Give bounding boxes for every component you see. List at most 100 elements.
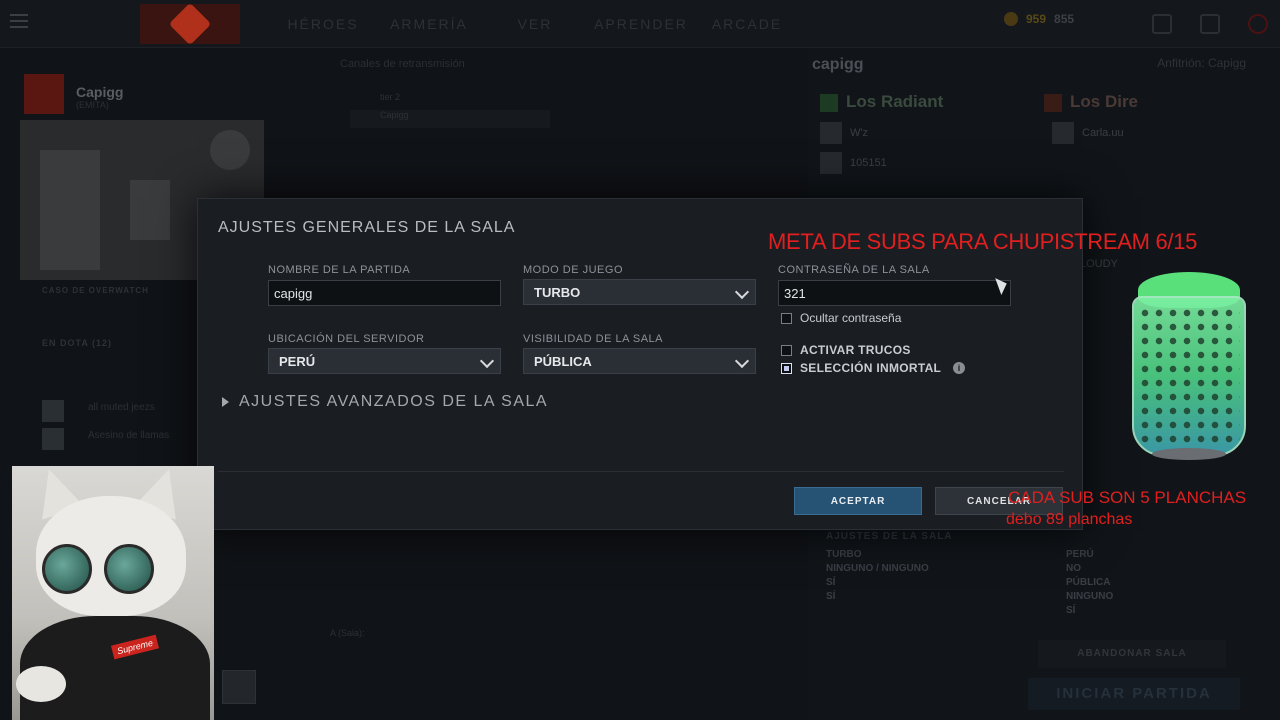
player-slot[interactable]: LOUDY [1080,258,1118,280]
info-value: SÍ [826,577,836,588]
player-slot[interactable]: Carla.uu [1052,122,1124,144]
info-value: PERÚ [1066,549,1094,560]
team-dire-label: Los Dire [1070,92,1139,111]
lobby-host: Anfitrión: Capigg [1157,56,1246,70]
friend-avatar [42,428,64,450]
lobby-info-left: AJUSTES DE LA SALA TURBO NINGUNO / NINGU… [826,530,953,604]
visibility-select[interactable]: PÚBLICA [523,348,756,374]
player-name: Carla.uu [1082,126,1124,139]
currency-display: 959 855 [1004,12,1074,26]
shards-amount: 855 [1054,12,1075,26]
sub-reward-text: CADA SUB SON 5 PLANCHAS [1008,488,1247,507]
game-name-label: NOMBRE DE LA PARTIDA [268,264,411,276]
info-value: SÍ [1066,605,1076,616]
server-label: UBICACIÓN DEL SERVIDOR [268,333,425,345]
advanced-settings-toggle[interactable]: AJUSTES AVANZADOS DE LA SALA [222,393,548,411]
friend-name: Asesino de llamas [88,430,170,441]
cheats-checkbox[interactable]: ACTIVAR TRUCOS [781,343,911,357]
top-nav-bar: HÉROES ARMERÍA VER APRENDER ARCADE 959 8… [0,0,1280,48]
app-root: HÉROES ARMERÍA VER APRENDER ARCADE 959 8… [0,0,1280,720]
power-icon[interactable] [1248,14,1268,34]
webcam-cat-image: Supreme [12,466,214,720]
team-dire[interactable]: Los Dire [1044,92,1138,112]
accept-button[interactable]: ACEPTAR [794,487,922,515]
chat-input[interactable]: A (Sala): [330,628,780,644]
info-value: TURBO [826,549,862,560]
nav-armory[interactable]: ARMERÍA [376,0,482,48]
game-mode-value: TURBO [534,285,581,300]
info-value: SÍ [826,591,836,602]
player-name: W'z [850,126,868,139]
gold-amount: 959 [1026,12,1047,26]
info-value: PÚBLICA [1066,577,1111,588]
main-nav: HÉROES ARMERÍA VER APRENDER ARCADE [270,0,800,48]
sub-goal-jar-image [1132,272,1246,462]
dota-logo[interactable] [140,2,240,46]
profile-name[interactable]: Capigg [76,84,123,100]
abandon-lobby-button[interactable]: ABANDONAR SALA [1038,640,1226,668]
checkbox-box[interactable] [781,362,792,374]
dota-emblem-icon [168,2,212,46]
visibility-label: VISIBILIDAD DE LA SALA [523,333,664,345]
menu-icon[interactable] [10,14,28,28]
game-name-input[interactable] [268,280,501,306]
nav-arcade[interactable]: ARCADE [694,0,800,48]
password-label: CONTRASEÑA DE LA SALA [778,264,930,276]
friend-avatar [42,400,64,422]
info-value: NINGUNO / NINGUNO [826,563,929,574]
lobby-info-right: PERÚ NO PÚBLICA NINGUNO SÍ [1066,548,1113,618]
password-input[interactable] [778,280,1011,306]
dire-icon [1044,93,1062,112]
dialog-title: AJUSTES GENERALES DE LA SALA [218,219,516,236]
settings-icon[interactable] [1200,14,1220,34]
player-name: 105151 [850,156,887,169]
visibility-value: PÚBLICA [534,354,592,369]
start-game-button[interactable]: INICIAR PARTIDA [1028,678,1240,710]
profile-avatar[interactable] [24,74,64,114]
player-avatar [820,152,842,174]
immortal-pick-label: SELECCIÓN INMORTAL [800,361,942,375]
channels-title: Canales de retransmisión [340,58,465,70]
dialog-divider [218,471,1064,472]
game-mode-select[interactable]: TURBO [523,279,756,305]
chevron-down-icon [479,353,495,369]
server-value: PERÚ [279,354,316,369]
lobby-info-title: AJUSTES DE LA SALA [826,531,953,542]
info-value: NINGUNO [1066,591,1114,602]
friend-name: all muted jeezs [88,402,155,413]
profile-tag: (EMITA) [76,100,109,110]
chevron-down-icon [734,353,750,369]
broadcast-channels: Canales de retransmisión tier 2 Capigg [330,52,570,192]
nav-watch[interactable]: VER [482,0,588,48]
nav-heroes[interactable]: HÉROES [270,0,376,48]
sunglasses-lens [42,544,92,594]
overwatch-label[interactable]: CASO DE OVERWATCH [42,286,149,295]
server-select[interactable]: PERÚ [268,348,501,374]
team-radiant[interactable]: Los Radiant [820,92,943,112]
lobby-name: capigg [812,56,864,73]
debt-text: debo 89 planchas [1006,511,1133,528]
checkbox-box[interactable] [781,312,792,324]
cheats-label: ACTIVAR TRUCOS [800,343,911,357]
hide-password-checkbox[interactable]: Ocultar contraseña [781,311,901,325]
player-avatar [820,122,842,144]
checkbox-box[interactable] [781,344,792,356]
sub-goal-text: META DE SUBS PARA CHUPISTREAM 6/15 [768,229,1198,254]
gold-coin-icon [1004,12,1018,26]
player-slot[interactable]: W'z [820,122,868,144]
channel-row[interactable]: Capigg [350,110,550,128]
player-slot[interactable]: 105151 [820,152,887,174]
friends-section-title[interactable]: EN DOTA (12) [42,338,112,348]
game-mode-label: MODO DE JUEGO [523,264,624,276]
player-avatar [1052,122,1074,144]
chevron-down-icon [734,284,750,300]
sunglasses-lens [104,544,154,594]
bottom-avatar[interactable] [222,670,256,704]
channel-row[interactable]: tier 2 [350,92,550,110]
info-icon[interactable]: i [953,362,966,374]
advanced-settings-label: AJUSTES AVANZADOS DE LA SALA [239,393,549,410]
inventory-icon[interactable] [1152,14,1172,34]
nav-learn[interactable]: APRENDER [588,0,694,48]
immortal-pick-checkbox[interactable]: SELECCIÓN INMORTAL i [781,361,966,375]
team-radiant-label: Los Radiant [846,92,944,111]
